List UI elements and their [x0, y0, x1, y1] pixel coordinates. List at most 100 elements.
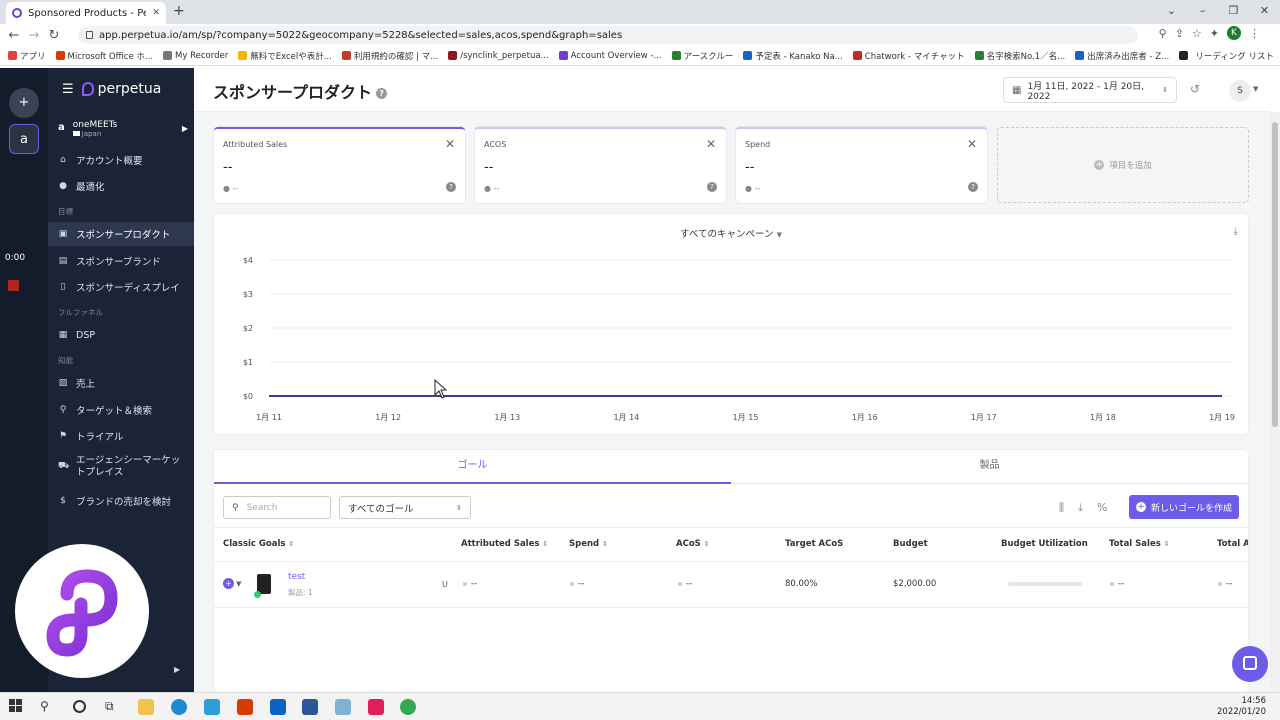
record-stop-icon[interactable]: [8, 280, 19, 291]
bookmark[interactable]: /synclink_perpetua...: [448, 51, 549, 61]
metric-card[interactable]: ACOS ✕ -- ● -- ?: [475, 127, 726, 203]
edge-icon[interactable]: [171, 699, 187, 715]
bookmark[interactable]: 出席済み出席者 - Z...: [1075, 50, 1169, 62]
sidebar-item-optimization[interactable]: ● 最適化: [48, 174, 194, 198]
sidebar-item-sponsored-brands[interactable]: ▤ スポンサーブランド: [48, 249, 194, 273]
hamburger-icon[interactable]: ☰: [62, 82, 74, 97]
minimize-button[interactable]: –: [1187, 0, 1218, 22]
menu-icon[interactable]: ⋮: [1249, 27, 1260, 40]
close-icon[interactable]: ✕: [706, 137, 716, 151]
extensions-icon[interactable]: ✦: [1210, 27, 1219, 40]
sidebar-item-sales[interactable]: ▨ 売上: [48, 371, 194, 395]
reading-list-button[interactable]: リーディング リスト: [1195, 50, 1274, 62]
bookmark[interactable]: 利用規約の確認 | マ...: [341, 50, 438, 62]
goal-filter-select[interactable]: すべてのゴール ⇕: [339, 496, 471, 519]
back-icon[interactable]: ←: [4, 28, 24, 43]
chrome-icon[interactable]: [400, 699, 416, 715]
tab-goals[interactable]: ゴール: [214, 450, 731, 484]
restore-button[interactable]: ❐: [1218, 0, 1249, 22]
bookmark[interactable]: 名字検索No.1／名...: [974, 50, 1065, 62]
col-classic-goals[interactable]: Classic Goals ⇕: [223, 539, 294, 549]
forward-icon[interactable]: →: [24, 28, 44, 43]
bookmark[interactable]: アースクルー: [671, 50, 733, 62]
scrollbar-thumb[interactable]: [1272, 122, 1278, 427]
metric-card[interactable]: Spend ✕ -- ● -- ?: [736, 127, 987, 203]
sidebar-item-agency-marketplace[interactable]: ⛟ エージェンシーマーケットプレイス: [48, 455, 194, 485]
sidebar-item-account-overview[interactable]: ⌂ アカウント概要: [48, 148, 194, 172]
close-icon[interactable]: ✕: [445, 137, 455, 151]
col-acos[interactable]: ACoS ⇕: [676, 539, 710, 549]
search-icon[interactable]: ⚲: [40, 699, 56, 715]
page-scrollbar[interactable]: [1270, 112, 1280, 692]
collapse-sidebar-icon[interactable]: ▶: [174, 665, 180, 674]
bookmark[interactable]: アプリ: [8, 50, 46, 62]
row-expand-control[interactable]: + ▼: [223, 578, 241, 589]
account-switcher[interactable]: a oneMEETs Japan ▶: [58, 120, 188, 138]
sidebar-item-targets-search[interactable]: ⚲ ターゲット＆検索: [48, 398, 194, 422]
app-icon[interactable]: [335, 699, 351, 715]
profile-avatar[interactable]: K: [1227, 26, 1241, 40]
metric-card[interactable]: Attributed Sales ✕ -- ● -- ?: [214, 127, 465, 203]
l-app-icon[interactable]: [204, 699, 220, 715]
bookmark[interactable]: 予定表 - Kanako Na...: [743, 50, 843, 62]
chat-widget-button[interactable]: [1232, 646, 1268, 682]
sidebar-item-sell-brand[interactable]: $ ブランドの売却を検討: [48, 489, 194, 513]
share-icon[interactable]: ⇪: [1175, 27, 1184, 40]
help-icon[interactable]: ?: [446, 182, 456, 192]
sidebar-item-sponsored-products[interactable]: ▣ スポンサープロダクト: [48, 222, 194, 246]
help-icon[interactable]: ?: [968, 182, 978, 192]
bookmark[interactable]: My Recorder: [163, 51, 228, 61]
windows-start-icon[interactable]: [9, 699, 25, 715]
col-attributed-sales[interactable]: Attributed Sales ⇕: [461, 539, 548, 549]
columns-icon[interactable]: ⫼: [1059, 501, 1064, 515]
search-icon[interactable]: ⚲: [1159, 27, 1167, 40]
sidebar-item-sponsored-display[interactable]: ▯ スポンサーディスプレイ: [48, 275, 194, 299]
chevron-down-icon[interactable]: ▼: [1253, 85, 1258, 93]
browser-tab[interactable]: Sponsored Products - Perpetua ✕: [6, 2, 166, 24]
close-window-button[interactable]: ✕: [1249, 0, 1280, 22]
history-icon[interactable]: ↺: [1190, 82, 1200, 96]
amazon-icon[interactable]: a: [9, 124, 39, 154]
col-total-sales[interactable]: Total Sales ⇕: [1109, 539, 1170, 549]
download-icon[interactable]: ⤓: [1078, 501, 1083, 515]
tab-products[interactable]: 製品: [731, 450, 1248, 484]
close-icon[interactable]: ✕: [967, 137, 977, 151]
task-view-icon[interactable]: ⧉: [105, 699, 121, 715]
create-goal-button[interactable]: + 新しいゴールを作成: [1129, 495, 1239, 519]
new-tab-button[interactable]: +: [173, 3, 185, 19]
more-bookmarks-button[interactable]: »: [1180, 50, 1185, 62]
col-spend[interactable]: Spend ⇕: [569, 539, 608, 549]
goal-name-link[interactable]: test: [288, 572, 305, 582]
sidebar-item-trial[interactable]: ⚑ トライアル: [48, 424, 194, 448]
date-range-picker[interactable]: ▦ 1月 11日, 2022 - 1月 20日, 2022 ⇕: [1003, 77, 1177, 103]
add-metric-button[interactable]: + 項目を追加: [997, 127, 1249, 203]
percent-toggle[interactable]: %: [1097, 501, 1107, 515]
bookmark[interactable]: Account Overview -...: [558, 51, 662, 61]
download-icon[interactable]: ⤓: [1234, 226, 1238, 237]
cortana-icon[interactable]: [73, 700, 86, 713]
user-avatar[interactable]: S: [1229, 80, 1251, 102]
chevron-down-icon[interactable]: ⌄: [1156, 0, 1187, 22]
tab-close-icon[interactable]: ✕: [152, 8, 160, 18]
store-icon[interactable]: [302, 699, 318, 715]
office-icon[interactable]: [237, 699, 253, 715]
campaign-filter[interactable]: すべてのキャンペーン ▼: [214, 226, 1248, 240]
sidebar-item-dsp[interactable]: ▦ DSP: [48, 323, 194, 347]
add-account-icon[interactable]: +: [9, 88, 39, 118]
mail-icon[interactable]: [270, 699, 286, 715]
system-clock[interactable]: 14:56 2022/01/20: [1217, 696, 1266, 718]
sort-icon: ⇕: [1163, 540, 1170, 548]
search-input[interactable]: ⚲ Search: [223, 496, 331, 519]
bookmark[interactable]: 無料でExcelや表計...: [238, 50, 332, 62]
recorder-icon: [163, 51, 173, 60]
help-icon[interactable]: ?: [707, 182, 717, 192]
bookmark-star-icon[interactable]: ☆: [1192, 27, 1202, 40]
bookmark[interactable]: Chatwork - マイチャット: [852, 50, 965, 62]
perpetua-favicon: [12, 8, 22, 18]
help-icon[interactable]: ?: [376, 88, 388, 99]
reload-icon[interactable]: ↻: [44, 28, 64, 43]
url-field[interactable]: app.perpetua.io/am/sp/?company=5022&geoc…: [78, 26, 1138, 44]
file-explorer-icon[interactable]: [138, 699, 154, 715]
bookmark[interactable]: Microsoft Office ホ...: [55, 50, 153, 62]
slack-icon[interactable]: [368, 699, 384, 715]
